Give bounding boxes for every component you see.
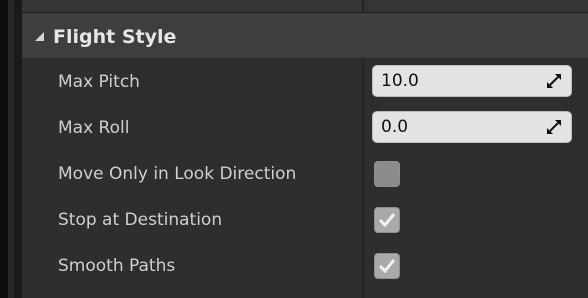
property-label: Move Only in Look Direction [58, 164, 297, 184]
property-label: Max Roll [58, 118, 130, 138]
property-row-stop-at-destination: Stop at Destination [22, 197, 588, 243]
property-label: Max Pitch [58, 72, 140, 92]
checkmark-icon [378, 259, 396, 274]
property-list: Max Pitch 10.0 Max Roll 0.0 Move Only in… [22, 59, 588, 289]
property-row-max-roll: Max Roll 0.0 [22, 105, 588, 151]
move-only-in-look-direction-checkbox[interactable] [374, 161, 400, 187]
numeric-value[interactable]: 10.0 [381, 66, 419, 96]
smooth-paths-checkbox[interactable] [374, 253, 400, 279]
numeric-value[interactable]: 0.0 [381, 112, 408, 142]
collapse-arrow-icon[interactable] [35, 32, 44, 41]
max-pitch-input[interactable]: 10.0 [372, 65, 572, 97]
spin-arrows-icon[interactable] [547, 74, 561, 88]
property-label: Smooth Paths [58, 256, 176, 276]
category-header-flight-style[interactable]: Flight Style [22, 14, 588, 59]
outer-edge-inner [8, 0, 14, 298]
property-row-max-pitch: Max Pitch 10.0 [22, 59, 588, 105]
previous-row-remnant [22, 0, 588, 11]
property-row-move-only-in-look-direction: Move Only in Look Direction [22, 151, 588, 197]
property-row-smooth-paths: Smooth Paths [22, 243, 588, 289]
outer-edge [0, 0, 8, 298]
checkmark-icon [378, 213, 396, 228]
category-title: Flight Style [53, 25, 177, 48]
stop-at-destination-checkbox[interactable] [374, 207, 400, 233]
spin-arrows-icon[interactable] [547, 120, 561, 134]
max-roll-input[interactable]: 0.0 [372, 111, 572, 143]
property-label: Stop at Destination [58, 210, 223, 230]
column-divider-top [362, 0, 364, 11]
